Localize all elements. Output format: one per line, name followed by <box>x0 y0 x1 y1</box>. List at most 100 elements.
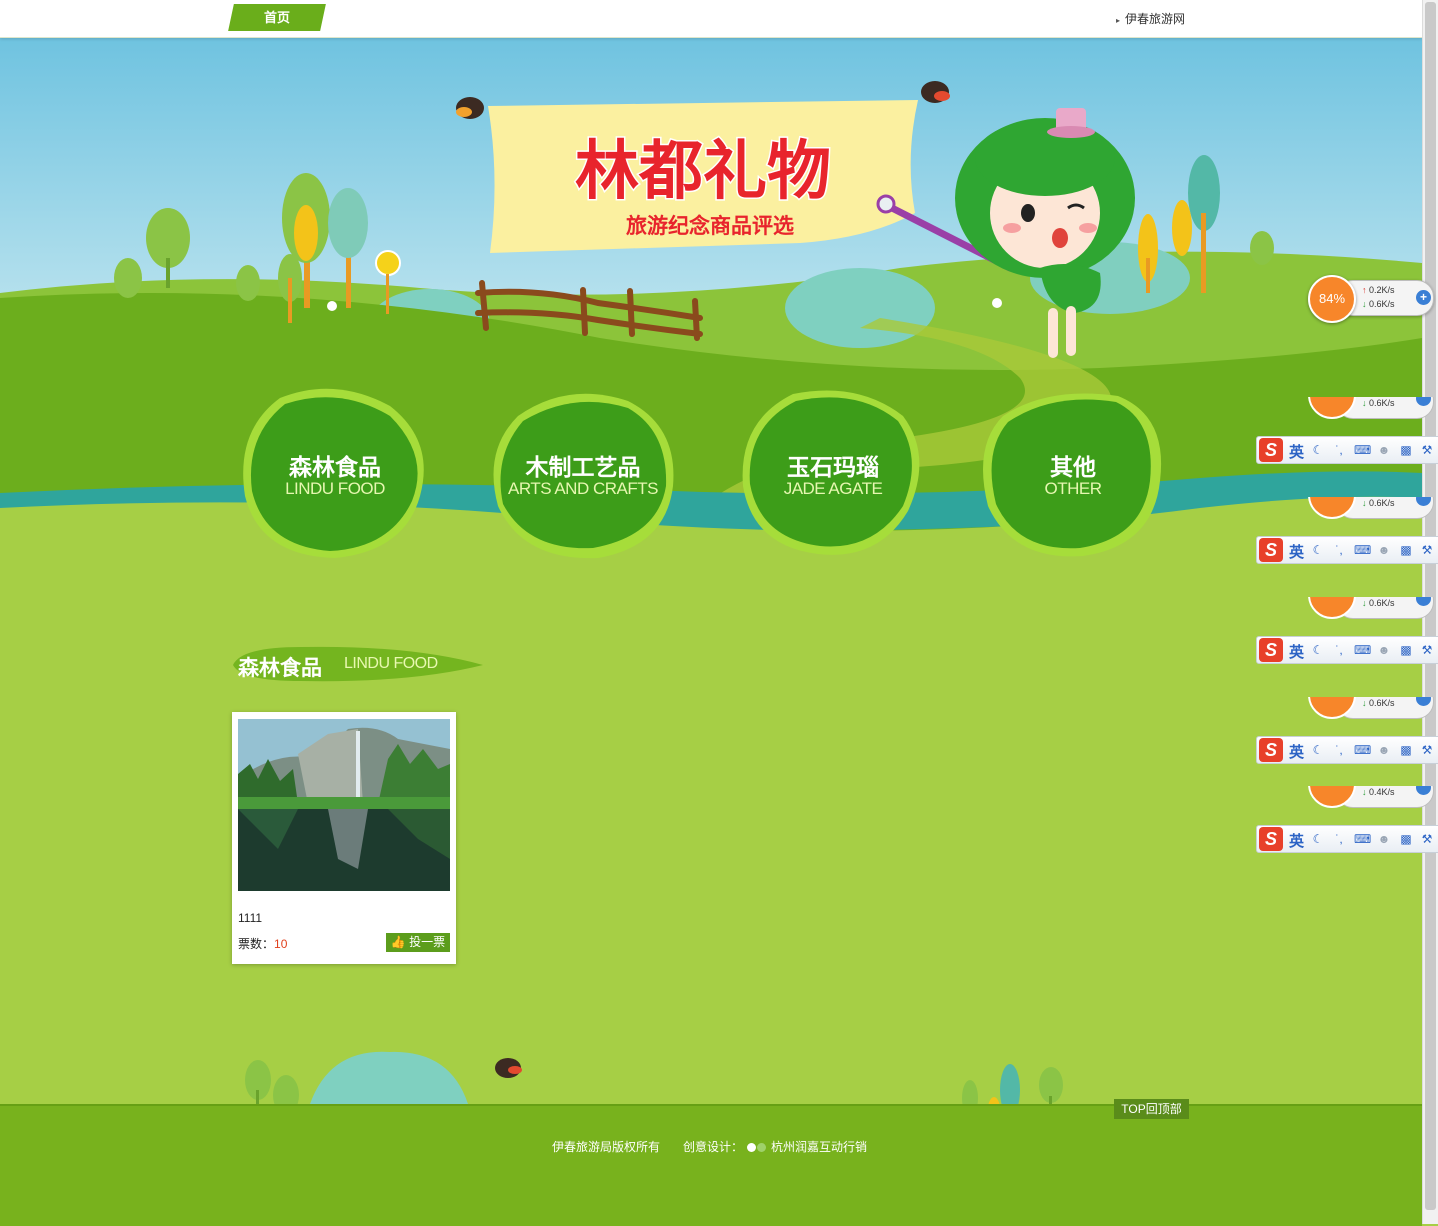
user-icon[interactable]: ☻ <box>1377 743 1391 757</box>
sogou-logo-icon[interactable]: S <box>1259 827 1283 851</box>
category-other[interactable]: 其他 OTHER <box>978 386 1168 561</box>
download-speed-value: 0.6K/s <box>1369 299 1395 309</box>
sogou-logo-icon[interactable]: S <box>1259 638 1283 662</box>
vote-button[interactable]: 👍 投一票 <box>386 933 450 952</box>
wrench-icon[interactable]: ⚒ <box>1420 543 1434 557</box>
download-speed-value: 0.6K/s <box>1369 598 1395 608</box>
network-monitor-fragment: ↓ 0.4K/s <box>1306 786 1436 810</box>
shirt-icon[interactable]: ▩ <box>1399 643 1413 657</box>
hero-banner: 林都礼物 旅游纪念商品评选 森林食品 LINDU FOOD 木制工艺品 ARTS… <box>0 38 1422 598</box>
download-speed: ↓ 0.6K/s <box>1362 598 1395 608</box>
shirt-icon[interactable]: ▩ <box>1399 743 1413 757</box>
sogou-logo-icon[interactable]: S <box>1259 438 1283 462</box>
shirt-icon[interactable]: ▩ <box>1399 443 1413 457</box>
ime-toolbar[interactable]: S 英 ☾ ˙, ⌨ ☻ ▩ ⚒ <box>1256 736 1438 764</box>
download-speed: ↓ 0.6K/s <box>1362 398 1395 408</box>
category-name-en[interactable]: ARTS AND CRAFTS <box>498 480 668 498</box>
product-card[interactable]: 1111 票数：10 👍 投一票 <box>232 712 456 964</box>
sogou-logo-icon[interactable]: S <box>1259 538 1283 562</box>
vote-count: 票数：10 <box>238 935 287 952</box>
category-name-cn[interactable]: 玉石玛瑙 <box>738 448 928 482</box>
moon-icon[interactable]: ☾ <box>1311 543 1325 557</box>
wrench-icon[interactable]: ⚒ <box>1420 643 1434 657</box>
moon-icon[interactable]: ☾ <box>1311 743 1325 757</box>
shirt-icon[interactable]: ▩ <box>1399 543 1413 557</box>
design-credit: 创意设计： 杭州润嘉互动行销 <box>683 1138 867 1155</box>
sogou-logo-icon[interactable]: S <box>1259 738 1283 762</box>
section-title: 森林食品 LINDU FOOD <box>231 643 485 683</box>
ime-language-toggle[interactable]: 英 <box>1289 441 1304 462</box>
punctuation-icon[interactable]: ˙, <box>1332 743 1346 757</box>
wrench-icon[interactable]: ⚒ <box>1420 832 1434 846</box>
shirt-icon[interactable]: ▩ <box>1399 832 1413 846</box>
category-name-en[interactable]: OTHER <box>988 480 1158 498</box>
ime-language-toggle[interactable]: 英 <box>1289 830 1304 851</box>
ime-toolbar[interactable]: S 英 ☾ ˙, ⌨ ☻ ▩ ⚒ <box>1256 536 1438 564</box>
upload-speed: ↑ 0.2K/s <box>1362 285 1395 295</box>
design-label: 创意设计： <box>683 1140 744 1154</box>
user-icon[interactable]: ☻ <box>1377 643 1391 657</box>
moon-icon[interactable]: ☾ <box>1311 832 1325 846</box>
plus-icon[interactable]: + <box>1416 290 1431 305</box>
copyright-text: 伊春旅游局版权所有 <box>552 1140 661 1154</box>
user-icon[interactable]: ☻ <box>1377 832 1391 846</box>
punctuation-icon[interactable]: ˙, <box>1332 832 1346 846</box>
product-photo[interactable] <box>238 719 450 891</box>
category-forest-food[interactable]: 森林食品 LINDU FOOD <box>240 386 430 561</box>
download-speed: ↓ 0.6K/s <box>1362 299 1395 309</box>
back-to-top-button[interactable]: TOP回顶部 <box>1114 1099 1189 1119</box>
category-jade-agate[interactable]: 玉石玛瑙 JADE AGATE <box>738 386 928 561</box>
ime-toolbar[interactable]: S 英 ☾ ˙, ⌨ ☻ ▩ ⚒ <box>1256 436 1438 464</box>
category-name-cn[interactable]: 木制工艺品 <box>488 448 678 482</box>
punctuation-icon[interactable]: ˙, <box>1332 443 1346 457</box>
network-monitor-widget[interactable]: 84% ↑ 0.2K/s ↓ 0.6K/s + <box>1306 273 1436 323</box>
category-name-en[interactable]: JADE AGATE <box>748 480 918 498</box>
site-link[interactable]: ▸ 伊春旅游网 <box>1116 10 1185 27</box>
download-speed: ↓ 0.6K/s <box>1362 698 1395 708</box>
site-link-label[interactable]: 伊春旅游网 <box>1125 12 1185 26</box>
user-icon[interactable]: ☻ <box>1377 543 1391 557</box>
section-title-en: LINDU FOOD <box>344 655 438 672</box>
moon-icon[interactable]: ☾ <box>1311 643 1325 657</box>
arrow-down-icon: ↓ <box>1362 498 1367 508</box>
network-monitor-fragment: ↓ 0.6K/s <box>1306 697 1436 721</box>
product-name[interactable]: 1111 <box>238 911 262 925</box>
ime-toolbar[interactable]: S 英 ☾ ˙, ⌨ ☻ ▩ ⚒ <box>1256 825 1438 853</box>
arrow-right-icon: ▸ <box>1116 16 1121 25</box>
designer-name[interactable]: 杭州润嘉互动行销 <box>771 1140 867 1154</box>
punctuation-icon[interactable]: ˙, <box>1332 543 1346 557</box>
keyboard-icon[interactable]: ⌨ <box>1354 743 1371 757</box>
category-arts-crafts[interactable]: 木制工艺品 ARTS AND CRAFTS <box>488 386 678 561</box>
keyboard-icon[interactable]: ⌨ <box>1354 443 1371 457</box>
hero-scenery: 林都礼物 旅游纪念商品评选 <box>0 38 1422 598</box>
moon-icon[interactable]: ☾ <box>1311 443 1325 457</box>
keyboard-icon[interactable]: ⌨ <box>1354 832 1371 846</box>
ime-language-toggle[interactable]: 英 <box>1289 741 1304 762</box>
wrench-icon[interactable]: ⚒ <box>1420 443 1434 457</box>
keyboard-icon[interactable]: ⌨ <box>1354 543 1371 557</box>
arrow-down-icon: ↓ <box>1362 299 1367 309</box>
home-tab[interactable]: 首页 <box>228 4 326 31</box>
home-tab-label[interactable]: 首页 <box>231 4 323 31</box>
arrow-down-icon: ↓ <box>1362 698 1367 708</box>
arrow-up-icon: ↑ <box>1362 285 1367 295</box>
arrow-down-icon: ↓ <box>1362 787 1367 797</box>
ime-language-toggle[interactable]: 英 <box>1289 541 1304 562</box>
keyboard-icon[interactable]: ⌨ <box>1354 643 1371 657</box>
arrow-down-icon: ↓ <box>1362 598 1367 608</box>
download-speed: ↓ 0.4K/s <box>1362 787 1395 797</box>
wrench-icon[interactable]: ⚒ <box>1420 743 1434 757</box>
category-name-en[interactable]: LINDU FOOD <box>250 480 420 498</box>
user-icon[interactable]: ☻ <box>1377 443 1391 457</box>
banner-subtitle: 旅游纪念商品评选 <box>626 214 794 238</box>
vote-button-label[interactable]: 投一票 <box>409 935 445 949</box>
ime-toolbar[interactable]: S 英 ☾ ˙, ⌨ ☻ ▩ ⚒ <box>1256 636 1438 664</box>
category-name-cn[interactable]: 森林食品 <box>240 448 430 482</box>
network-usage-percent[interactable]: 84% <box>1308 275 1356 323</box>
punctuation-icon[interactable]: ˙, <box>1332 643 1346 657</box>
banner-title: 林都礼物 <box>575 135 831 209</box>
download-speed: ↓ 0.6K/s <box>1362 498 1395 508</box>
category-name-cn[interactable]: 其他 <box>978 448 1168 482</box>
network-monitor-fragment: ↓ 0.6K/s <box>1306 497 1436 521</box>
ime-language-toggle[interactable]: 英 <box>1289 641 1304 662</box>
